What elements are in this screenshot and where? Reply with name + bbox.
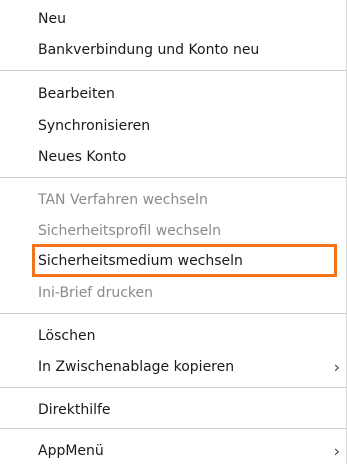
menu-item-neu[interactable]: Neu <box>0 5 346 33</box>
submenu-arrow-icon: › <box>333 357 340 377</box>
highlight-box <box>32 244 337 277</box>
menu-item-label: In Zwischenablage kopieren <box>38 359 235 375</box>
menu-item-bearbeiten[interactable]: Bearbeiten <box>0 80 346 108</box>
menu-item-bankverbindung-konto-neu[interactable]: Bankverbindung und Konto neu <box>0 36 346 64</box>
menu-item-label: Neu <box>38 11 66 27</box>
menu-item-tan-verfahren-wechseln: TAN Verfahren wechseln <box>0 186 346 214</box>
menu-item-label: Bankverbindung und Konto neu <box>38 42 260 58</box>
menu-item-in-zwischenablage-kopieren[interactable]: In Zwischenablage kopieren › <box>0 353 346 381</box>
menu-separator <box>0 428 346 429</box>
menu-item-label: Bearbeiten <box>38 86 115 102</box>
menu-item-ini-brief-drucken: Ini-Brief drucken <box>0 279 346 307</box>
menu-item-label: Ini-Brief drucken <box>38 285 153 301</box>
menu-item-loeschen[interactable]: Löschen <box>0 322 346 350</box>
menu-item-label: Synchronisieren <box>38 118 151 134</box>
menu-item-synchronisieren[interactable]: Synchronisieren <box>0 112 346 140</box>
menu-separator <box>0 177 346 178</box>
menu-item-label: Sicherheitsprofil wechseln <box>38 223 221 239</box>
menu-separator <box>0 70 346 71</box>
menu-item-label: TAN Verfahren wechseln <box>38 192 208 208</box>
submenu-arrow-icon: › <box>333 441 340 461</box>
menu-item-neues-konto[interactable]: Neues Konto <box>0 143 346 171</box>
context-menu: Neu Bankverbindung und Konto neu Bearbei… <box>0 0 347 464</box>
menu-item-label: Neues Konto <box>38 149 127 165</box>
menu-separator <box>0 387 346 388</box>
menu-separator <box>0 313 346 314</box>
menu-item-appmenue[interactable]: AppMenü › <box>0 437 346 465</box>
menu-item-label: Löschen <box>38 328 96 344</box>
menu-item-direkthilfe[interactable]: Direkthilfe <box>0 396 346 424</box>
menu-item-label: AppMenü <box>38 443 104 459</box>
menu-item-sicherheitsprofil-wechseln: Sicherheitsprofil wechseln <box>0 217 346 245</box>
menu-item-label: Direkthilfe <box>38 402 111 418</box>
